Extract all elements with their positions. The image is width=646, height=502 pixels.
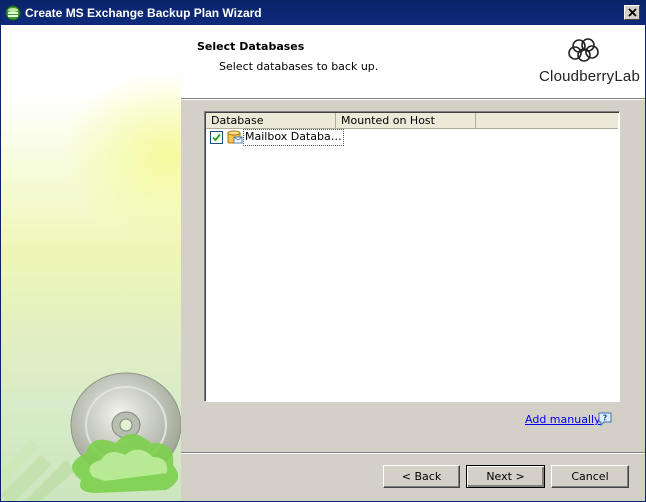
close-icon bbox=[628, 8, 637, 17]
header-divider bbox=[181, 98, 645, 100]
app-icon bbox=[5, 5, 21, 21]
column-header-database[interactable]: Database bbox=[206, 113, 336, 129]
cd-cloud-artwork-icon bbox=[1, 372, 181, 501]
close-button[interactable] bbox=[624, 5, 640, 20]
database-name-cell[interactable]: Mailbox Databa… bbox=[243, 129, 344, 146]
database-list[interactable]: Database Mounted on Host Mailbox Databa… bbox=[204, 111, 620, 402]
cloudberry-logo-icon bbox=[568, 38, 599, 62]
database-checkbox[interactable] bbox=[210, 131, 223, 144]
wizard-header: Select Databases Select databases to bac… bbox=[181, 25, 645, 98]
wizard-side-banner bbox=[1, 25, 181, 501]
help-icon[interactable]: ? bbox=[597, 411, 613, 427]
footer-divider bbox=[181, 452, 645, 454]
window-title: Create MS Exchange Backup Plan Wizard bbox=[25, 6, 262, 20]
column-header-filler bbox=[476, 113, 618, 129]
svg-text:?: ? bbox=[603, 414, 608, 423]
next-button[interactable]: Next > bbox=[466, 465, 545, 488]
checkmark-icon bbox=[212, 133, 221, 142]
column-header-mounted-on-host[interactable]: Mounted on Host bbox=[336, 113, 476, 129]
add-manually-link[interactable]: Add manually bbox=[525, 413, 601, 426]
mailbox-database-icon bbox=[227, 130, 243, 144]
brand-logo-text: CloudberryLab bbox=[539, 68, 640, 85]
title-bar[interactable]: Create MS Exchange Backup Plan Wizard bbox=[1, 1, 645, 25]
wizard-window: Create MS Exchange Backup Plan Wizard Se… bbox=[0, 0, 646, 502]
cancel-button[interactable]: Cancel bbox=[551, 465, 629, 488]
back-button[interactable]: < Back bbox=[383, 465, 460, 488]
page-title: Select Databases bbox=[197, 40, 305, 53]
page-subtitle: Select databases to back up. bbox=[219, 60, 379, 73]
